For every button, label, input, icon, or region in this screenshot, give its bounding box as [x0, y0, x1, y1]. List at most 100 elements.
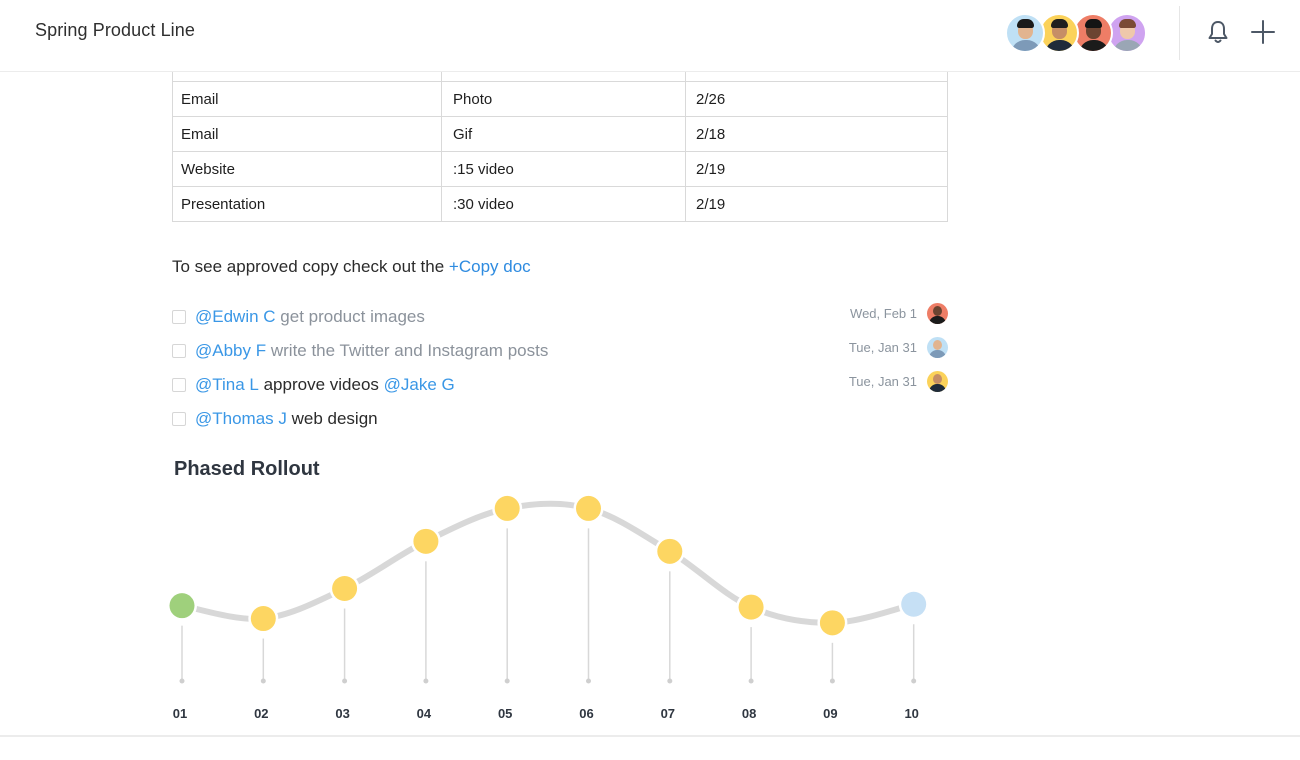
phase-stem-dot [180, 679, 185, 684]
task-text: approve videos [259, 375, 384, 395]
avatar-hair [1051, 19, 1068, 28]
phase-point-02[interactable] [251, 606, 276, 631]
table-row: Website:15 video2/19 [173, 152, 948, 187]
avatar-hair [1085, 19, 1102, 28]
task-item: @Abby F write the Twitter and Instagram … [172, 334, 948, 368]
copy-doc-text: To see approved copy check out the [172, 257, 449, 276]
avatar-body [929, 350, 946, 358]
avatar-body [1011, 40, 1041, 53]
phase-stem-dot [586, 679, 591, 684]
phase-point-06[interactable] [576, 496, 601, 521]
phase-stem-dot [423, 679, 428, 684]
bell-icon[interactable] [1204, 18, 1232, 46]
phase-point-05[interactable] [495, 496, 520, 521]
phase-label: 05 [498, 706, 512, 721]
table-cell[interactable]: 2/19 [686, 152, 948, 187]
task-text: web design [287, 409, 378, 429]
task-checkbox[interactable] [172, 310, 186, 324]
copy-doc-paragraph: To see approved copy check out the +Copy… [172, 257, 531, 277]
avatar-body [929, 384, 946, 392]
table-cell[interactable]: Photo [442, 82, 686, 117]
phased-rollout-chart: 01 02 03 04 05 06 07 08 09 10 [160, 485, 950, 730]
bottom-divider [0, 735, 1300, 737]
task-assignee-avatar[interactable] [927, 371, 948, 392]
task-checkbox[interactable] [172, 344, 186, 358]
table-cell[interactable]: Gif [442, 117, 686, 152]
task-item: @Tina L approve videos @Jake G Tue, Jan 3… [172, 368, 948, 402]
document-title[interactable]: Spring Product Line [35, 20, 195, 41]
avatar-face [933, 340, 942, 350]
phase-label: 01 [173, 706, 187, 721]
avatar-body [1079, 40, 1109, 53]
avatar-hair [1119, 19, 1136, 28]
avatar-body [1113, 40, 1143, 53]
table-row: EmailGif2/18 [173, 117, 948, 152]
avatar-hair [1017, 19, 1034, 28]
phase-label: 03 [335, 706, 349, 721]
task-item: @Thomas J web design [172, 402, 948, 436]
chart-svg: 01 02 03 04 05 06 07 08 09 10 [160, 485, 950, 730]
task-due-date[interactable]: Wed, Feb 1 [850, 306, 917, 321]
phase-point-03[interactable] [332, 576, 357, 601]
task-checkbox[interactable] [172, 378, 186, 392]
task-mention[interactable]: @Tina L [195, 375, 259, 395]
task-list: @Edwin C get product imagesWed, Feb 1@Ab… [172, 300, 948, 436]
table-cell[interactable]: Email [173, 82, 442, 117]
phase-stem-dot [749, 679, 754, 684]
avatar[interactable] [1107, 13, 1147, 53]
phase-label: 06 [579, 706, 593, 721]
phase-point-10[interactable] [901, 592, 926, 617]
phase-stem-dot [667, 679, 672, 684]
task-checkbox[interactable] [172, 412, 186, 426]
deliverables-table: EmailPhoto2/26EmailGif2/18Website:15 vid… [172, 46, 948, 222]
plus-icon[interactable] [1249, 18, 1277, 46]
table-row: Presentation:30 video2/19 [173, 187, 948, 222]
table-cell[interactable]: :30 video [442, 187, 686, 222]
task-assignee-avatar[interactable] [927, 337, 948, 358]
phased-rollout-heading: Phased Rollout [174, 458, 320, 481]
table-cell[interactable]: 2/26 [686, 82, 948, 117]
phase-point-08[interactable] [739, 595, 764, 620]
table-cell[interactable]: Website [173, 152, 442, 187]
table-cell[interactable]: :15 video [442, 152, 686, 187]
phase-point-04[interactable] [413, 529, 438, 554]
phase-stem-dot [830, 679, 835, 684]
copy-doc-link[interactable]: +Copy doc [449, 257, 531, 276]
task-mention[interactable]: @Thomas J [195, 409, 287, 429]
table-cell[interactable]: Presentation [173, 187, 442, 222]
toolbar-divider [1179, 6, 1180, 60]
phase-point-01[interactable] [170, 593, 195, 618]
task-meta: Tue, Jan 31 [849, 337, 948, 358]
avatar[interactable] [1005, 13, 1045, 53]
phase-label: 08 [742, 706, 756, 721]
collaborator-avatars[interactable] [1005, 13, 1147, 53]
phase-stem-dot [911, 679, 916, 684]
task-mention[interactable]: @Edwin C [195, 307, 276, 327]
rollout-curve [182, 504, 914, 623]
task-due-date[interactable]: Tue, Jan 31 [849, 374, 917, 389]
task-due-date[interactable]: Tue, Jan 31 [849, 340, 917, 355]
top-bar: Spring Product Line [0, 0, 1300, 72]
task-assignee-avatar[interactable] [927, 303, 948, 324]
task-text: write the Twitter and Instagram posts [266, 341, 548, 361]
table-row: EmailPhoto2/26 [173, 82, 948, 117]
avatar-body [929, 316, 946, 324]
phase-label: 10 [904, 706, 918, 721]
avatar[interactable] [1039, 13, 1079, 53]
avatar-body [1045, 40, 1075, 53]
phase-point-07[interactable] [657, 539, 682, 564]
table-cell[interactable]: 2/18 [686, 117, 948, 152]
phase-label: 07 [661, 706, 675, 721]
task-mention[interactable]: @Abby F [195, 341, 266, 361]
phase-label: 02 [254, 706, 268, 721]
task-mention-secondary[interactable]: @Jake G [384, 375, 455, 395]
phase-point-09[interactable] [820, 610, 845, 635]
phase-label: 04 [417, 706, 432, 721]
avatar[interactable] [1073, 13, 1113, 53]
phase-label: 09 [823, 706, 837, 721]
table-cell[interactable]: Email [173, 117, 442, 152]
table-cell[interactable]: 2/19 [686, 187, 948, 222]
task-meta: Wed, Feb 1 [850, 303, 948, 324]
avatar-face [933, 306, 942, 316]
task-item: @Edwin C get product imagesWed, Feb 1 [172, 300, 948, 334]
